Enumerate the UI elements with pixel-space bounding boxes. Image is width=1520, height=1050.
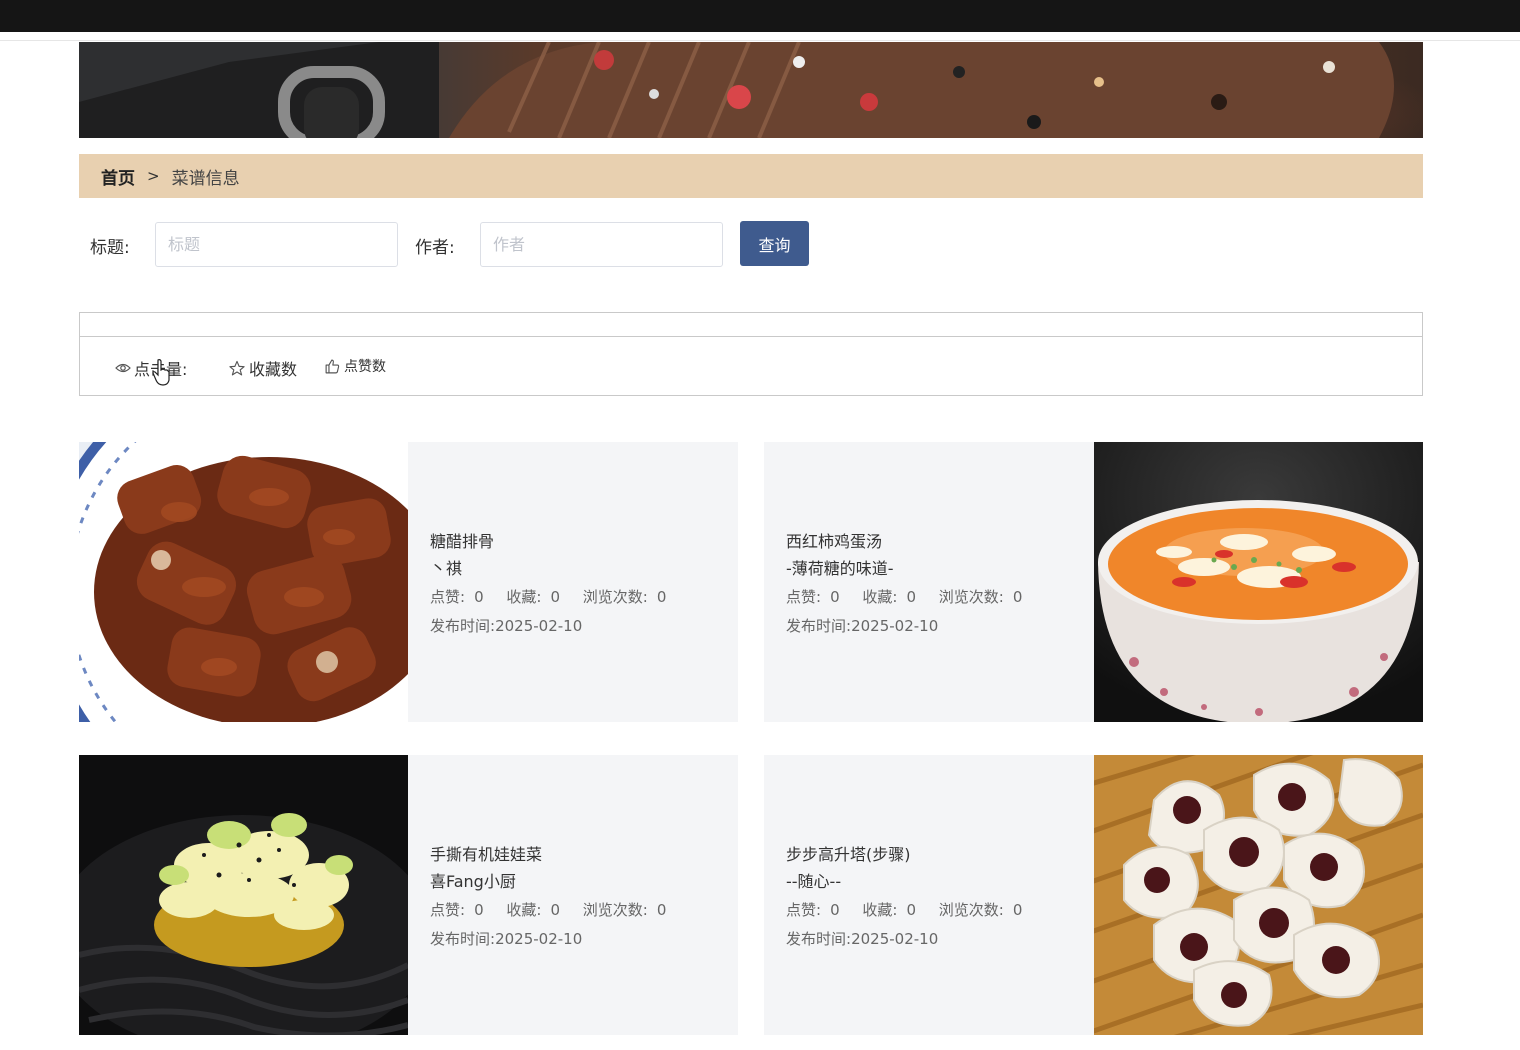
- date-label: 发布时间:: [430, 930, 496, 948]
- thumbs-up-icon: [325, 359, 340, 373]
- recipe-stats: 点赞: 0 收藏: 0 浏览次数: 0: [786, 586, 1094, 615]
- recipe-image[interactable]: [1094, 755, 1423, 1035]
- favorites-label: 收藏:: [506, 901, 542, 919]
- favorites-label: 收藏:: [862, 901, 898, 919]
- sort-panel-divider: [80, 336, 1422, 337]
- recipe-date: 发布时间:2025-02-10: [430, 928, 738, 949]
- breadcrumb-home-link[interactable]: 首页: [101, 164, 135, 189]
- recipe-image[interactable]: [79, 755, 408, 1035]
- recipe-info: 糖醋排骨 丶祺 点赞: 0 收藏: 0 浏览次数: 0 发布时间:2025-02-10: [408, 442, 738, 722]
- search-form: 标题: 作者: 查询: [79, 221, 1423, 269]
- sort-by-favorites[interactable]: 收藏数: [228, 356, 297, 380]
- sort-by-likes-label: 点赞数: [344, 359, 386, 375]
- mouse-pointer-icon: [152, 359, 170, 386]
- recipe-image[interactable]: [79, 442, 408, 722]
- title-input[interactable]: [155, 222, 398, 267]
- favorites-label: 收藏:: [862, 588, 898, 606]
- views-count: 0: [1012, 901, 1023, 919]
- date-label: 发布时间:: [786, 617, 852, 635]
- likes-count: 0: [830, 588, 840, 606]
- recipe-stats: 点赞: 0 收藏: 0 浏览次数: 0: [430, 899, 738, 928]
- favorites-count: 0: [550, 901, 560, 919]
- breadcrumb-current: 菜谱信息: [171, 168, 240, 189]
- likes-count: 0: [830, 901, 840, 919]
- favorites-label: 收藏:: [506, 588, 542, 606]
- recipe-stats: 点赞: 0 收藏: 0 浏览次数: 0: [786, 899, 1094, 928]
- eye-icon: [115, 363, 131, 373]
- title-label: 标题:: [90, 238, 130, 258]
- breadcrumb-separator: >: [147, 167, 160, 185]
- recipe-date: 发布时间:2025-02-10: [430, 615, 738, 636]
- likes-count: 0: [474, 901, 484, 919]
- date-value: 2025-02-10: [851, 617, 939, 635]
- date-value: 2025-02-10: [851, 930, 939, 948]
- recipe-image[interactable]: [1094, 442, 1423, 722]
- recipe-info: 手撕有机娃娃菜 喜Fang小厨 点赞: 0 收藏: 0 浏览次数: 0 发布时间:20…: [408, 755, 738, 1035]
- banner-image: [79, 42, 1423, 138]
- views-count: 0: [656, 588, 667, 606]
- views-count: 0: [656, 901, 667, 919]
- views-label: 浏览次数:: [938, 901, 1004, 919]
- breadcrumb: 首页 > 菜谱信息: [79, 154, 1423, 198]
- recipe-date: 发布时间:2025-02-10: [786, 928, 1094, 949]
- recipe-title[interactable]: 步步高升塔(步骤): [786, 841, 1094, 868]
- author-input[interactable]: [480, 222, 723, 267]
- header-divider: [0, 40, 1520, 41]
- recipe-card[interactable]: 手撕有机娃娃菜 喜Fang小厨 点赞: 0 收藏: 0 浏览次数: 0 发布时间:20…: [79, 755, 738, 1035]
- recipe-title[interactable]: 西红柿鸡蛋汤: [786, 528, 1094, 555]
- likes-label: 点赞:: [430, 588, 466, 606]
- recipe-title[interactable]: 手撕有机娃娃菜: [430, 841, 738, 868]
- views-label: 浏览次数:: [938, 588, 1004, 606]
- date-label: 发布时间:: [786, 930, 852, 948]
- likes-label: 点赞:: [430, 901, 466, 919]
- sort-by-likes[interactable]: 点赞数: [324, 356, 386, 376]
- recipe-title[interactable]: 糖醋排骨: [430, 528, 738, 555]
- views-label: 浏览次数:: [582, 588, 648, 606]
- date-value: 2025-02-10: [495, 617, 583, 635]
- date-value: 2025-02-10: [495, 930, 583, 948]
- sort-by-favorites-label: 收藏数: [249, 360, 298, 379]
- date-label: 发布时间:: [430, 617, 496, 635]
- star-icon: [229, 360, 245, 375]
- favorites-count: 0: [906, 588, 916, 606]
- likes-label: 点赞:: [786, 588, 822, 606]
- recipe-author: --随心--: [786, 872, 842, 891]
- favorites-count: 0: [906, 901, 916, 919]
- recipe-card[interactable]: 步步高升塔(步骤) --随心-- 点赞: 0 收藏: 0 浏览次数: 0 发布时间:2…: [764, 755, 1423, 1035]
- views-label: 浏览次数:: [582, 901, 648, 919]
- recipe-author: 喜Fang小厨: [430, 872, 516, 891]
- likes-count: 0: [474, 588, 484, 606]
- recipe-card[interactable]: 糖醋排骨 丶祺 点赞: 0 收藏: 0 浏览次数: 0 发布时间:2025-02-10: [79, 442, 738, 722]
- recipe-author: -薄荷糖的味道-: [786, 559, 894, 578]
- recipe-card[interactable]: 西红柿鸡蛋汤 -薄荷糖的味道- 点赞: 0 收藏: 0 浏览次数: 0 发布时间:20…: [764, 442, 1423, 722]
- recipe-date: 发布时间:2025-02-10: [786, 615, 1094, 636]
- favorites-count: 0: [550, 588, 560, 606]
- author-label: 作者:: [415, 238, 455, 258]
- recipe-author: 丶祺: [430, 559, 463, 578]
- recipe-info: 西红柿鸡蛋汤 -薄荷糖的味道- 点赞: 0 收藏: 0 浏览次数: 0 发布时间:20…: [764, 442, 1094, 722]
- sort-panel: 点击量: 收藏数 点赞数: [79, 312, 1423, 396]
- recipe-info: 步步高升塔(步骤) --随心-- 点赞: 0 收藏: 0 浏览次数: 0 发布时间:2…: [764, 755, 1094, 1035]
- likes-label: 点赞:: [786, 901, 822, 919]
- search-button[interactable]: 查询: [740, 221, 809, 266]
- recipe-stats: 点赞: 0 收藏: 0 浏览次数: 0: [430, 586, 738, 615]
- views-count: 0: [1012, 588, 1023, 606]
- browser-top-bar: [0, 0, 1520, 32]
